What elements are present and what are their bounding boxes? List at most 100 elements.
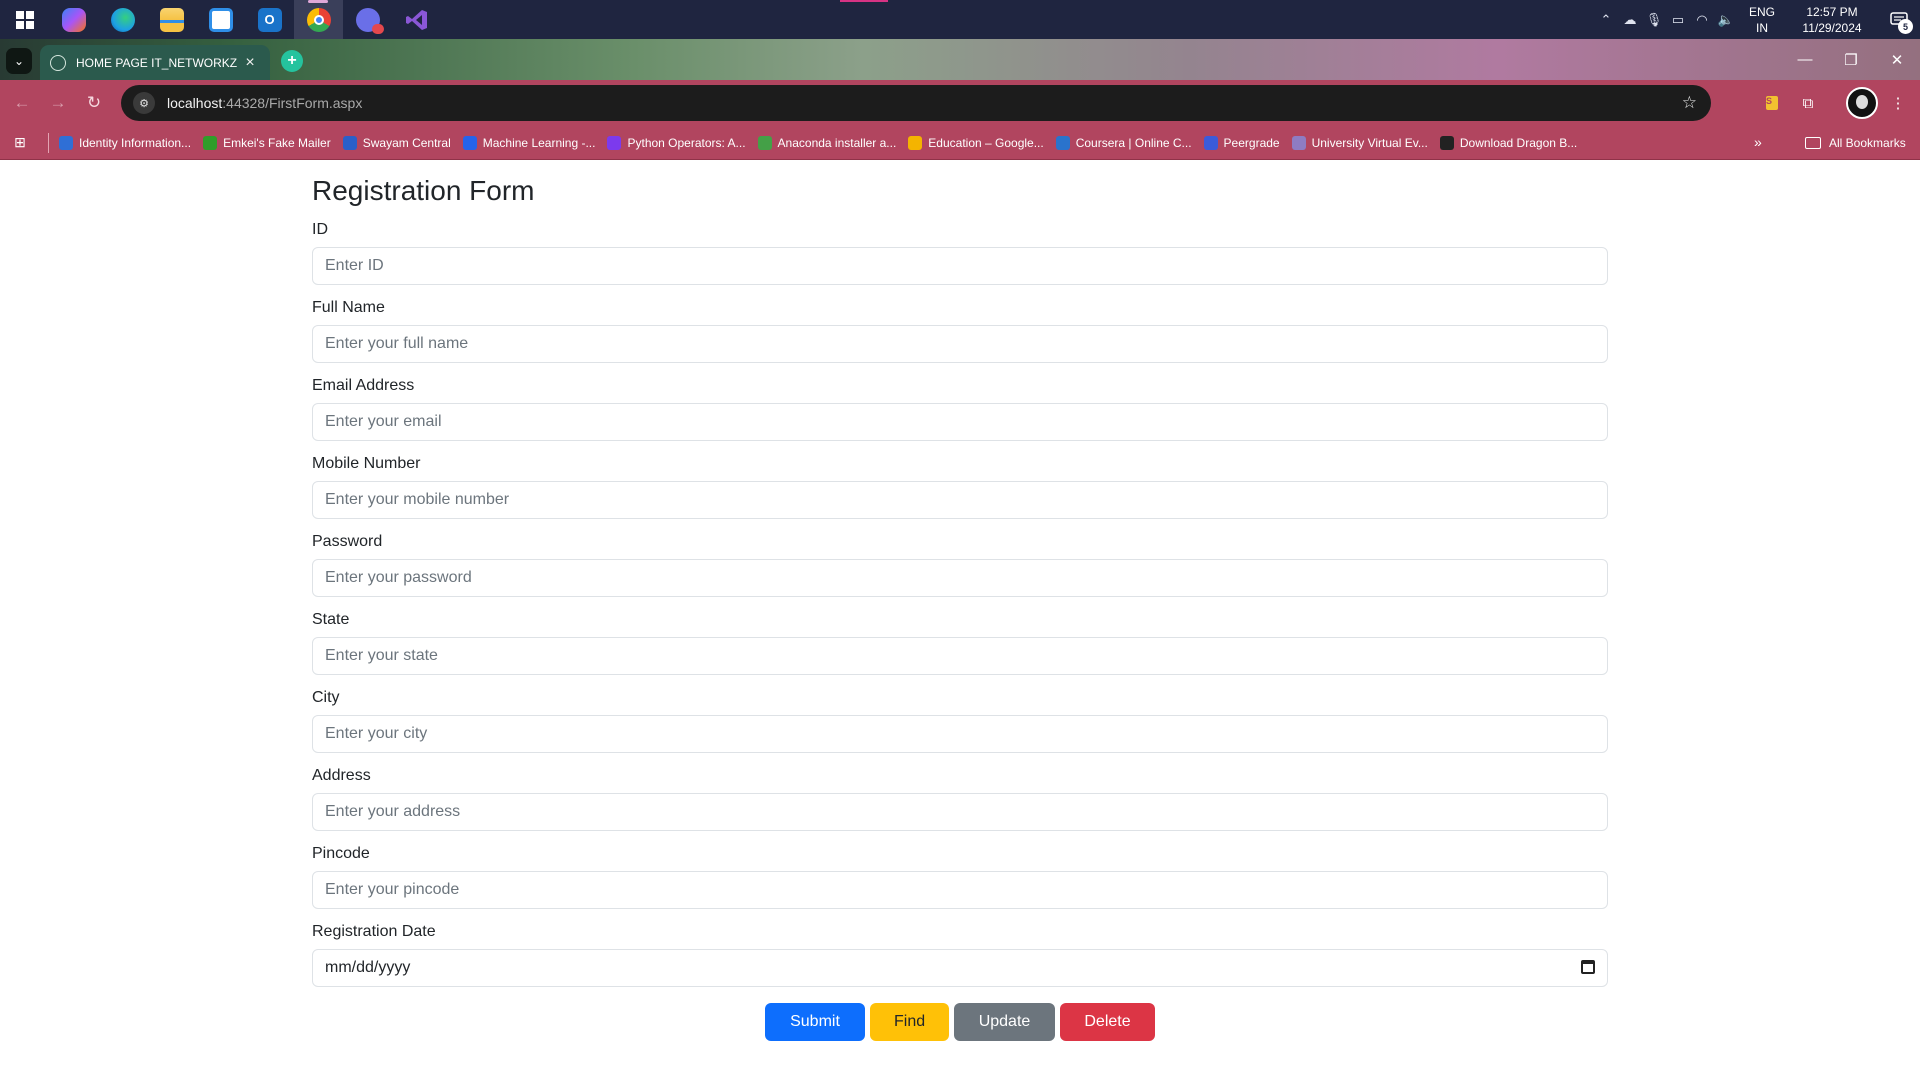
close-tab-icon[interactable]: × <box>240 54 260 72</box>
outlook-icon: O <box>257 7 282 32</box>
all-bookmarks-button[interactable]: All Bookmarks <box>1805 126 1906 160</box>
bookmark-item[interactable]: Peergrade <box>1198 135 1286 150</box>
field-input[interactable] <box>312 325 1608 363</box>
speaker-icon[interactable]: 🔈 <box>1714 0 1738 39</box>
bookmark-favicon-icon <box>607 135 622 150</box>
microsoft-store-icon <box>208 7 233 32</box>
clock[interactable]: 12:57 PM 11/29/2024 <box>1786 4 1878 36</box>
notification-center-button[interactable]: 5 <box>1878 0 1920 39</box>
apps-button[interactable]: ⊞ <box>0 134 40 151</box>
bookmark-item[interactable]: Machine Learning -... <box>457 135 602 150</box>
bookmark-item[interactable]: Emkei's Fake Mailer <box>197 135 337 150</box>
region-code: IN <box>1756 20 1768 35</box>
field-input[interactable] <box>312 559 1608 597</box>
site-info-icon[interactable]: ⚙ <box>133 92 155 114</box>
field-input[interactable] <box>312 871 1608 909</box>
bookmark-favicon-icon <box>1203 135 1218 150</box>
field-input[interactable] <box>312 247 1608 285</box>
taskbar-microsoft-store[interactable] <box>196 0 245 39</box>
form-field-group: Pincode <box>312 844 1608 909</box>
back-button[interactable]: ← <box>10 91 34 115</box>
taskbar-copilot[interactable] <box>49 0 98 39</box>
reload-icon: ↻ <box>86 93 102 112</box>
chrome-menu-button[interactable]: ⋮ <box>1886 91 1910 115</box>
extensions-menu-button[interactable]: ⧉ <box>1796 91 1820 115</box>
taskbar-edge[interactable] <box>98 0 147 39</box>
registration-date-input[interactable]: mm/dd/yyyy <box>312 949 1608 987</box>
update-button[interactable]: Update <box>954 1003 1055 1041</box>
plus-icon: + <box>287 52 297 69</box>
browser-tab-strip: ⌄ HOME PAGE IT_NETWORKZ × + — ❐ ✕ <box>0 39 1920 80</box>
field-input[interactable] <box>312 403 1608 441</box>
reload-button[interactable]: ↻ <box>82 91 106 115</box>
bookmark-item[interactable]: Anaconda installer a... <box>752 135 903 150</box>
apps-grid-icon: ⊞ <box>14 134 26 150</box>
registration-form: Registration Form ID Full Name Email Addre… <box>312 161 1608 1041</box>
field-input[interactable] <box>312 637 1608 675</box>
submit-button[interactable]: Submit <box>765 1003 865 1041</box>
bookmark-label: Identity Information... <box>79 135 192 150</box>
bookmark-favicon-icon <box>59 135 73 150</box>
bookmark-star-icon[interactable]: ☆ <box>1682 93 1697 113</box>
url-path: :44328/FirstForm.aspx <box>222 95 363 111</box>
form-field-group: Password <box>312 532 1608 597</box>
chevron-up-icon[interactable]: ⌃ <box>1594 0 1618 39</box>
bookmark-item[interactable]: Swayam Central <box>337 135 457 150</box>
field-label: Pincode <box>312 845 370 862</box>
taskbar-outlook[interactable]: O <box>245 0 294 39</box>
field-input[interactable] <box>312 481 1608 519</box>
bookmark-label: Emkei's Fake Mailer <box>223 135 331 150</box>
bookmark-list: Identity Information... Emkei's Fake Mail… <box>53 135 1583 150</box>
restore-button[interactable]: ❐ <box>1828 39 1874 80</box>
taskbar-discord[interactable] <box>343 0 392 39</box>
bookmark-item[interactable]: University Virtual Ev... <box>1286 135 1434 150</box>
forward-button[interactable]: → <box>46 91 70 115</box>
chrome-icon <box>306 7 331 32</box>
bookmark-item[interactable]: Python Operators: A... <box>601 135 751 150</box>
field-label: Full Name <box>312 299 385 316</box>
form-field-group: Address <box>312 766 1608 831</box>
field-input[interactable] <box>312 793 1608 831</box>
windows-start-button[interactable] <box>0 0 49 39</box>
close-window-button[interactable]: ✕ <box>1874 39 1920 80</box>
delete-button[interactable]: Delete <box>1060 1003 1155 1041</box>
bookmarks-divider <box>48 132 49 153</box>
new-tab-button[interactable]: + <box>281 50 303 72</box>
field-input[interactable] <box>312 715 1608 753</box>
bookmark-favicon-icon <box>1291 135 1306 150</box>
wifi-icon[interactable]: ◠ <box>1690 0 1714 39</box>
form-field-group: Mobile Number <box>312 454 1608 519</box>
tab-search-button[interactable]: ⌄ <box>6 48 32 74</box>
bookmark-item[interactable]: Education – Google... <box>902 135 1049 150</box>
taskbar-progress-highlight <box>840 0 888 2</box>
taskbar-file-explorer[interactable] <box>147 0 196 39</box>
bookmark-item[interactable]: Identity Information... <box>53 135 197 150</box>
bookmark-favicon-icon <box>203 135 218 150</box>
find-button[interactable]: Find <box>870 1003 949 1041</box>
extension-badge-icon: S <box>1766 96 1778 110</box>
bookmark-item[interactable]: Download Dragon B... <box>1434 135 1583 150</box>
chevron-down-icon: ⌄ <box>13 54 25 68</box>
taskbar-chrome[interactable] <box>294 0 343 39</box>
address-bar[interactable]: ⚙ localhost :44328/FirstForm.aspx ☆ <box>121 85 1711 121</box>
bookmark-favicon-icon <box>462 135 477 150</box>
minimize-button[interactable]: — <box>1782 39 1828 80</box>
bookmark-favicon-icon <box>908 135 923 150</box>
edge-icon <box>110 7 135 32</box>
extension-button[interactable]: S <box>1760 91 1784 115</box>
bookmark-item[interactable]: Coursera | Online C... <box>1050 135 1198 150</box>
more-bookmarks-icon[interactable]: » <box>1754 134 1762 150</box>
windows-taskbar: O ⌃ ☁ 🎙 ▭ ◠ 🔈 ENG IN 12:57 PM 11/29/2024 <box>0 0 1920 39</box>
registration-date-group: Registration Date mm/dd/yyyy <box>312 922 1608 987</box>
language-indicator[interactable]: ENG IN <box>1738 4 1786 36</box>
cloud-icon[interactable]: ☁ <box>1618 0 1642 39</box>
microphone-icon[interactable]: 🎙 <box>1642 0 1666 39</box>
calendar-icon[interactable] <box>1581 960 1595 974</box>
minimize-icon: — <box>1797 51 1813 68</box>
browser-tab-active[interactable]: HOME PAGE IT_NETWORKZ × <box>40 45 270 80</box>
battery-icon[interactable]: ▭ <box>1666 0 1690 39</box>
bookmark-label: Python Operators: A... <box>627 135 746 150</box>
taskbar-visual-studio[interactable] <box>392 0 441 39</box>
bookmark-label: Download Dragon B... <box>1459 135 1578 150</box>
profile-avatar[interactable] <box>1846 87 1878 119</box>
